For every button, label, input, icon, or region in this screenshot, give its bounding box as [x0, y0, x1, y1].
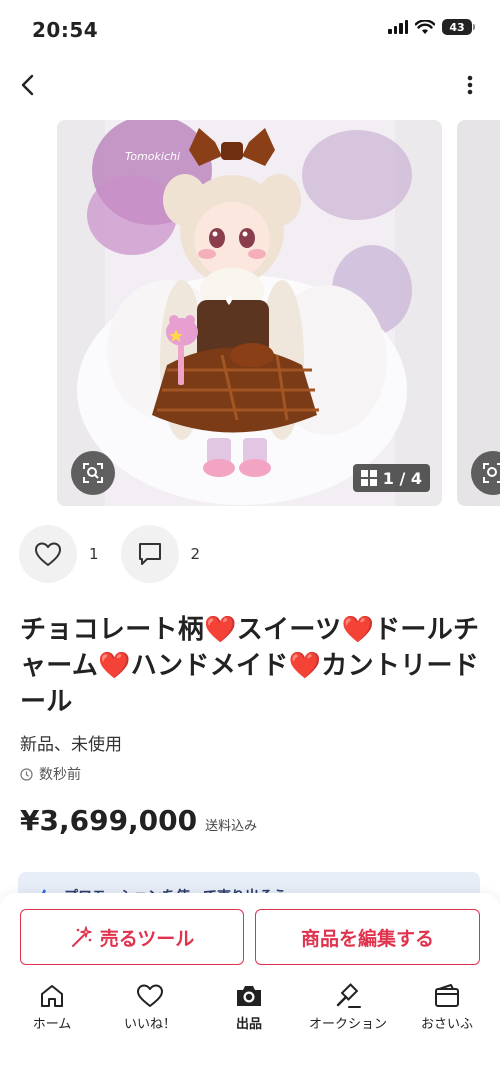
more-options-icon[interactable]	[460, 71, 480, 99]
camera-icon	[237, 986, 261, 1006]
reaction-row: 1 2	[19, 525, 222, 583]
edit-item-label: 商品を編集する	[300, 927, 434, 950]
like-button[interactable]	[19, 525, 77, 583]
edit-item-button[interactable]: 商品を編集する	[255, 909, 480, 965]
product-image[interactable]: Tomokichi 1 / 4	[57, 120, 442, 506]
wallet-icon	[435, 984, 459, 1007]
status-icons: 43	[388, 19, 475, 35]
sparkle-wand-icon	[71, 926, 92, 947]
price-row: ¥3,699,000 送料込み	[20, 804, 257, 837]
wifi-icon	[415, 19, 435, 34]
signal-icon	[388, 20, 408, 34]
tab-auction-label: オークション	[308, 1017, 387, 1032]
tab-bar: ホーム いいね！ 出品 オークション おさいふ	[0, 983, 500, 1043]
shipping-label: 送料込み	[205, 819, 258, 834]
sell-tool-button[interactable]: 売るツール	[20, 909, 244, 965]
back-arrow-icon[interactable]	[14, 70, 44, 100]
comment-count: 2	[190, 545, 201, 563]
item-condition: 新品、未使用	[20, 735, 122, 755]
tab-likes-label: いいね！	[123, 1017, 176, 1032]
watermark-text: Tomokichi	[125, 150, 180, 163]
status-time: 20:54	[32, 18, 99, 42]
image-carousel[interactable]: Tomokichi 1 / 4	[0, 120, 500, 506]
gavel-icon	[336, 983, 361, 1008]
bottom-sheet: 売るツール 商品を編集する ホーム いいね！ 出品 オークション おさいふ	[0, 893, 500, 1080]
home-icon	[41, 985, 63, 1007]
posted-time: 数秒前	[20, 764, 81, 784]
next-image-peek[interactable]	[457, 120, 500, 506]
lens-search-button[interactable]	[71, 451, 115, 495]
tab-auction[interactable]: オークション	[303, 983, 393, 1032]
tab-home-label: ホーム	[32, 1017, 72, 1032]
item-price: ¥3,699,000	[20, 804, 198, 837]
like-count: 1	[89, 545, 99, 563]
tab-listing-label: 出品	[235, 1017, 262, 1032]
posted-time-text: 数秒前	[39, 767, 81, 783]
sell-tool-label: 売るツール	[99, 927, 195, 950]
heart-outline-icon	[35, 542, 61, 566]
tab-likes[interactable]: いいね！	[105, 983, 195, 1032]
battery-indicator: 43	[442, 19, 475, 35]
tab-home[interactable]: ホーム	[7, 983, 97, 1032]
image-counter: 1 / 4	[352, 464, 430, 492]
lens-search-icon	[483, 463, 500, 483]
tab-wallet-label: おさいふ	[420, 1017, 473, 1032]
image-counter-text: 1 / 4	[382, 468, 422, 488]
lens-search-button-next[interactable]	[471, 451, 500, 495]
heart-icon	[137, 984, 163, 1007]
comment-button[interactable]	[120, 525, 179, 583]
item-title: チョコレート柄❤️スイーツ❤️ドールチャーム❤️ハンドメイド❤️カントリードール	[20, 615, 480, 717]
clock-icon	[20, 767, 33, 781]
doll-photo: Tomokichi	[57, 120, 442, 506]
comment-icon	[138, 543, 161, 565]
grid-icon	[360, 470, 377, 486]
nav-bar	[0, 62, 500, 108]
tab-wallet[interactable]: おさいふ	[402, 983, 492, 1032]
status-bar: 20:54 43	[0, 0, 500, 60]
lens-search-icon	[83, 463, 103, 483]
tab-listing[interactable]: 出品	[204, 983, 294, 1032]
